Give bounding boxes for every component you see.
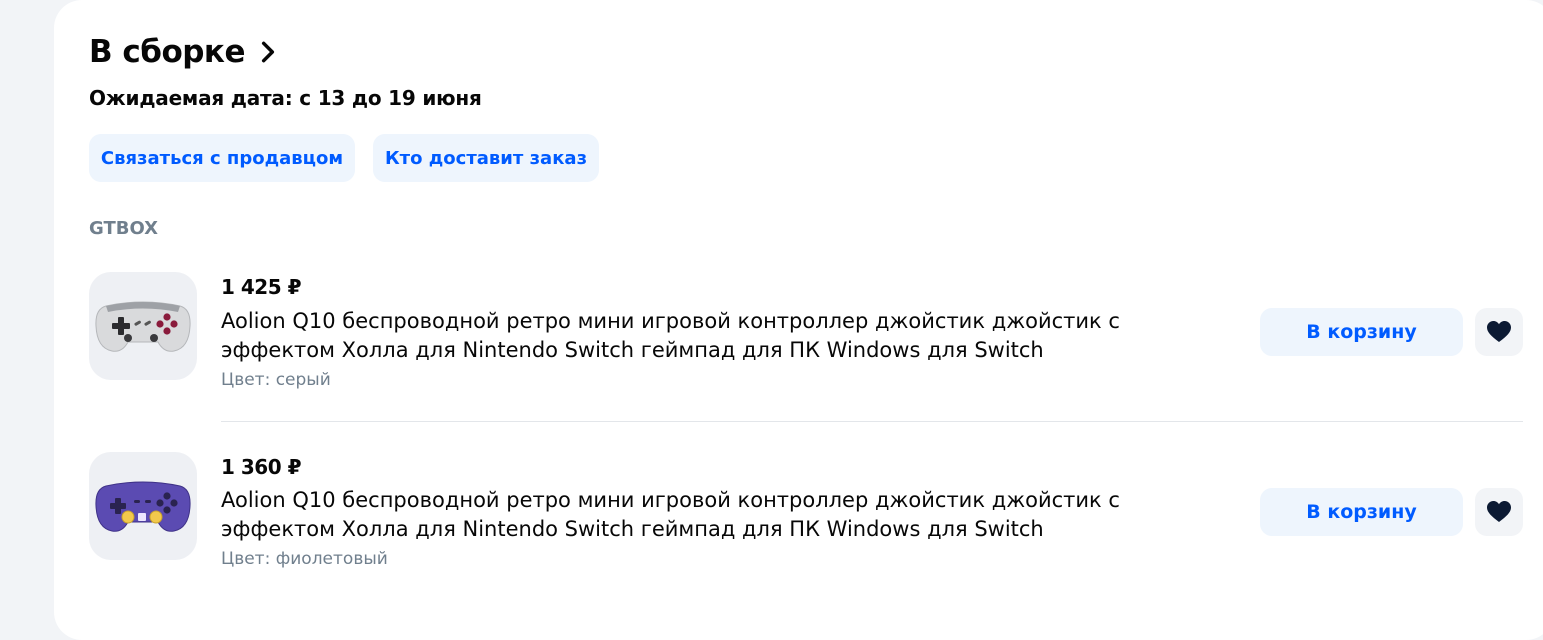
- product-image[interactable]: [89, 452, 197, 560]
- item-divider: [221, 421, 1523, 422]
- add-to-cart-button[interactable]: В корзину: [1260, 488, 1463, 536]
- heart-icon: [1487, 501, 1511, 522]
- heart-icon: [1487, 321, 1511, 342]
- favorite-button[interactable]: [1475, 308, 1523, 356]
- contact-seller-button[interactable]: Связаться с продавцом: [89, 134, 355, 182]
- expected-date: Ожидаемая дата: с 13 до 19 июня: [89, 86, 482, 110]
- seller-name[interactable]: GTBOX: [89, 218, 158, 239]
- product-image[interactable]: [89, 272, 197, 380]
- section-header[interactable]: В сборке: [89, 34, 281, 70]
- product-color: Цвет: фиолетовый: [221, 549, 388, 569]
- product-name[interactable]: Aolion Q10 беспроводной ретро мини игров…: [221, 307, 1181, 365]
- chevron-right-icon[interactable]: [255, 39, 281, 65]
- product-name[interactable]: Aolion Q10 беспроводной ретро мини игров…: [221, 486, 1181, 544]
- add-to-cart-button[interactable]: В корзину: [1260, 308, 1463, 356]
- product-price: 1 360 ₽: [221, 455, 302, 479]
- section-title[interactable]: В сборке: [89, 34, 246, 70]
- favorite-button[interactable]: [1475, 488, 1523, 536]
- product-color: Цвет: серый: [221, 370, 331, 390]
- gamepad-purple-icon: [95, 481, 191, 532]
- product-price: 1 425 ₽: [221, 275, 302, 299]
- gamepad-gray-icon: [95, 301, 191, 352]
- who-delivers-button[interactable]: Кто доставит заказ: [373, 134, 599, 182]
